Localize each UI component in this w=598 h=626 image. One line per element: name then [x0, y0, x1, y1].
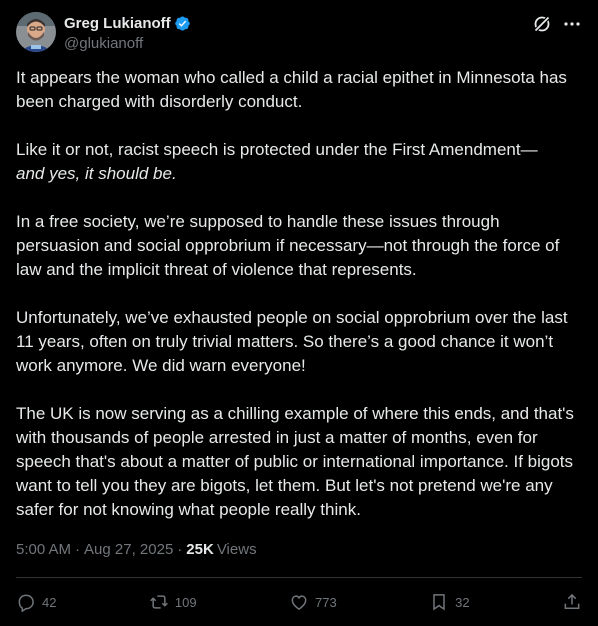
- divider: [16, 577, 582, 578]
- tweet-paragraph: In a free society, we’re supposed to han…: [16, 212, 560, 279]
- meta-separator: ·: [75, 540, 81, 558]
- share-icon: [564, 593, 580, 609]
- repost-count: 109: [174, 594, 197, 610]
- like-button[interactable]: 773: [289, 592, 337, 612]
- share-button[interactable]: [562, 592, 582, 612]
- avatar[interactable]: [16, 12, 56, 52]
- tweet-paragraph: The UK is now serving as a chilling exam…: [16, 404, 574, 519]
- meta-separator: ·: [177, 540, 183, 558]
- more-options-icon[interactable]: [562, 14, 582, 34]
- bookmark-button[interactable]: 32: [429, 592, 470, 612]
- tweet-meta: 5:00 AM · Aug 27, 2025 · 25K Views: [16, 539, 257, 559]
- verified-badge-icon[interactable]: [174, 15, 191, 32]
- avatar-image: [16, 12, 56, 52]
- views-label: Views: [216, 540, 257, 558]
- display-name-row: Greg Lukianoff: [64, 13, 191, 33]
- like-count: 773: [314, 594, 337, 610]
- tweet-paragraph: Like it or not, racist speech is protect…: [16, 138, 584, 186]
- repost-icon: [150, 595, 168, 609]
- tweet-paragraph-emphasis: and yes, it should be.: [16, 164, 177, 183]
- grok-icon[interactable]: [532, 14, 552, 34]
- action-bar: 42 109 773 32: [16, 588, 582, 616]
- tweet-time[interactable]: 5:00 AM: [16, 541, 71, 558]
- heart-icon: [291, 595, 307, 610]
- reply-icon: [18, 594, 34, 612]
- views-count[interactable]: 25K: [186, 541, 214, 558]
- author-names: Greg Lukianoff @glukianoff: [64, 13, 191, 52]
- reply-count: 42: [42, 594, 57, 610]
- author-handle[interactable]: @glukianoff: [64, 35, 191, 52]
- tweet-header: Greg Lukianoff @glukianoff: [16, 12, 582, 56]
- tweet-date[interactable]: Aug 27, 2025: [84, 541, 173, 558]
- bookmark-icon: [433, 594, 445, 611]
- tweet-detail: Greg Lukianoff @glukianoff It appears th…: [0, 0, 598, 626]
- reply-button[interactable]: 42: [16, 592, 56, 612]
- bookmark-count: 32: [455, 594, 470, 610]
- tweet-paragraph: It appears the woman who called a child …: [16, 68, 567, 111]
- tweet-text: It appears the woman who called a child …: [16, 66, 584, 546]
- header-actions: [532, 12, 582, 36]
- tweet-paragraph: Unfortunately, we’ve exhausted people on…: [16, 308, 568, 375]
- tweet-paragraph-text: Like it or not, racist speech is protect…: [16, 140, 538, 159]
- repost-button[interactable]: 109: [149, 592, 197, 612]
- display-name[interactable]: Greg Lukianoff: [64, 15, 171, 32]
